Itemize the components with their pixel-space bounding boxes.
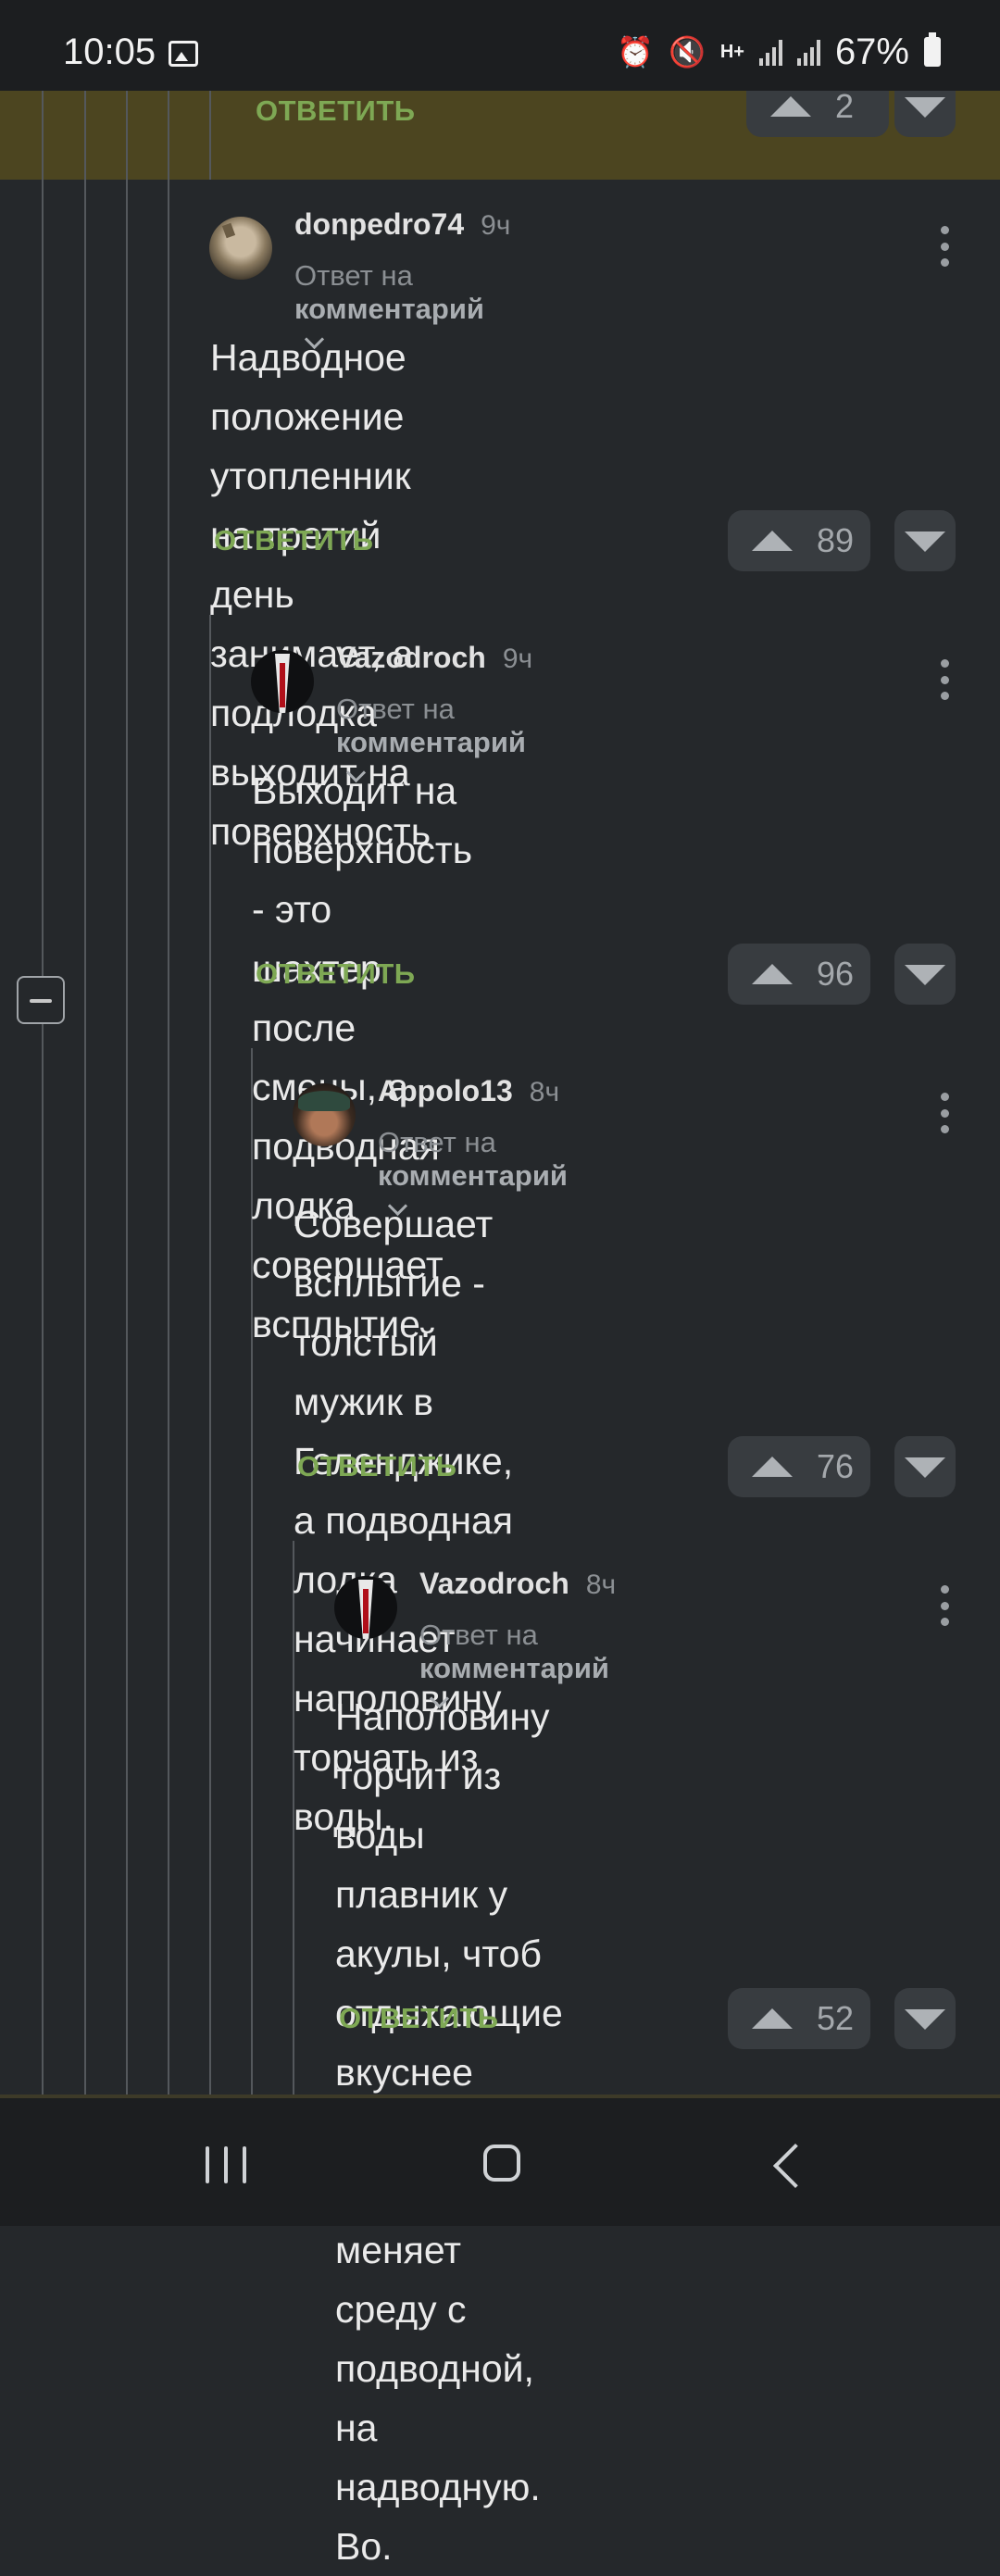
avatar[interactable]	[293, 1083, 356, 1146]
image-icon	[169, 41, 198, 67]
downvote-icon	[905, 965, 945, 985]
upvote-button[interactable]: 52	[728, 1988, 870, 2049]
downvote-icon	[905, 97, 945, 118]
reply-to-prefix: Ответ на	[336, 693, 455, 725]
reply-button[interactable]: ОТВЕТИТЬ	[214, 524, 374, 557]
reply-to-prefix: Ответ на	[294, 259, 413, 292]
author-name[interactable]: Appolo13	[378, 1074, 513, 1107]
reply-button[interactable]: ОТВЕТИТЬ	[297, 1450, 457, 1483]
downvote-icon	[905, 531, 945, 552]
author-name[interactable]: Vazodroch	[419, 1567, 569, 1600]
vote-count: 2	[835, 87, 855, 125]
thread-line	[126, 91, 128, 2095]
more-options-icon[interactable]	[939, 1585, 950, 1626]
recent-apps-icon[interactable]	[206, 2146, 246, 2183]
avatar[interactable]	[251, 650, 314, 713]
status-icons: ⏰ 🔇 H+ 67%	[617, 31, 941, 72]
reply-button[interactable]: ОТВЕТИТЬ	[339, 2002, 499, 2035]
downvote-button[interactable]	[894, 944, 956, 1005]
reply-to-prefix: Ответ на	[378, 1126, 496, 1158]
author-name[interactable]: Vazodroch	[336, 641, 486, 674]
reply-button[interactable]: ОТВЕТИТЬ	[256, 957, 416, 991]
alarm-icon: ⏰	[617, 35, 654, 69]
reply-to-target: комментарий	[378, 1159, 568, 1192]
comment-line: Совершает всплытие -	[294, 1203, 494, 1305]
signal-icon	[758, 38, 782, 66]
thread-line	[168, 91, 169, 2095]
vote-count: 96	[817, 955, 855, 993]
downvote-icon	[905, 1457, 945, 1478]
previous-comment-footer: ОТВЕТИТЬ 2	[0, 76, 1000, 180]
comment-line: Наполовину торчит из	[335, 1695, 550, 1797]
comment-line: Выходит на поверхность - это	[252, 769, 473, 931]
comment-line: подводной, на надводную. Во.	[335, 2347, 541, 2568]
vote-count: 89	[817, 521, 855, 559]
mute-icon: 🔇	[668, 35, 706, 69]
thread-line	[209, 91, 211, 180]
downvote-button[interactable]	[894, 510, 956, 571]
upvote-icon	[770, 96, 811, 117]
author-name[interactable]: donpedro74	[294, 207, 464, 241]
more-options-icon[interactable]	[939, 659, 950, 700]
collapse-thread-button[interactable]	[17, 976, 65, 1024]
comment-time: 9ч	[502, 644, 533, 674]
reply-to-target: комментарий	[419, 1652, 609, 1684]
comment-line: Надводное положение утопленник	[210, 336, 411, 497]
navigation-bar	[0, 2095, 1000, 2226]
back-icon[interactable]	[772, 2143, 819, 2189]
comment-time: 9ч	[481, 210, 511, 241]
thread-line	[84, 91, 86, 2095]
downvote-icon	[905, 2009, 945, 2030]
reply-to-target: комментарий	[294, 293, 484, 325]
upvote-icon	[752, 1457, 793, 1477]
avatar[interactable]	[334, 1576, 397, 1639]
battery-percent: 67%	[834, 31, 909, 72]
data-h-plus-icon: H+	[719, 42, 744, 62]
downvote-button[interactable]	[894, 1436, 956, 1497]
more-options-icon[interactable]	[939, 1093, 950, 1133]
vote-count: 76	[817, 1447, 855, 1485]
upvote-button[interactable]: 76	[728, 1436, 870, 1497]
upvote-button[interactable]: 96	[728, 944, 870, 1005]
avatar[interactable]	[209, 217, 272, 280]
downvote-button[interactable]	[894, 1988, 956, 2049]
upvote-icon	[752, 531, 793, 551]
home-icon[interactable]	[483, 2145, 520, 2182]
vote-count: 52	[817, 1999, 855, 2037]
upvote-icon	[752, 964, 793, 984]
comment-time: 8ч	[529, 1077, 560, 1107]
comment-line: воды плавник у акулы, чтоб	[335, 1814, 542, 1975]
status-time: 10:05	[63, 31, 156, 72]
reply-button[interactable]: ОТВЕТИТЬ	[256, 94, 416, 128]
status-bar: 10:05 ⏰ 🔇 H+ 67%	[0, 0, 1000, 91]
upvote-button[interactable]: 89	[728, 510, 870, 571]
battery-icon	[924, 32, 941, 67]
signal-icon	[796, 38, 820, 66]
reply-to-target: комментарий	[336, 726, 526, 758]
more-options-icon[interactable]	[939, 226, 950, 267]
comment-time: 8ч	[585, 1569, 617, 1600]
reply-to-prefix: Ответ на	[419, 1619, 538, 1651]
upvote-icon	[752, 2008, 793, 2029]
thread-line	[42, 91, 44, 2095]
